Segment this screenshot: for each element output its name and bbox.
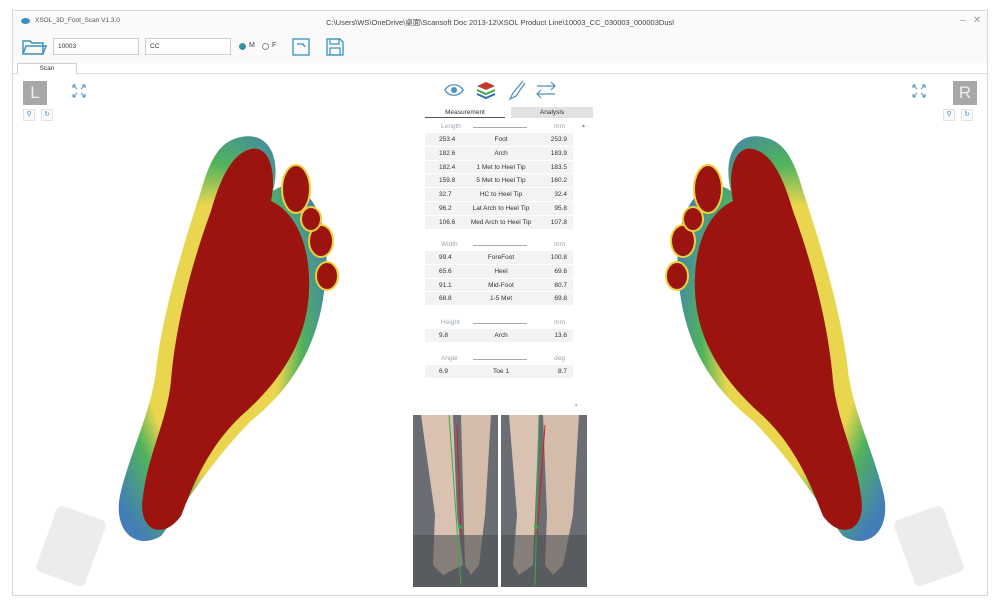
section-title: Length (441, 123, 461, 130)
view-button[interactable] (443, 79, 465, 101)
section-unit: mm (554, 123, 565, 130)
expand-right-button[interactable] (911, 83, 927, 99)
expand-left-button[interactable] (71, 83, 87, 99)
left-foot-pressure-map[interactable] (101, 131, 351, 551)
left-insole-thumbnail[interactable] (34, 504, 108, 588)
folder-icon (22, 40, 48, 55)
tab-scan[interactable]: Scan (17, 63, 77, 74)
gender-m-label: M (249, 42, 255, 49)
angle-section: Angle deg 6.9 Toe 1 8.7 (425, 353, 573, 379)
save-button[interactable] (325, 37, 345, 57)
section-unit: mm (554, 241, 565, 248)
section-unit: deg (554, 355, 565, 362)
section-header: Width mm (425, 239, 573, 251)
height-section: Height mm 9.8 Arch 13.6 (425, 317, 573, 343)
filter-icon: ⚲ (946, 111, 952, 118)
section-title: Width (441, 241, 458, 248)
save-icon (326, 38, 344, 56)
gender-f-radio[interactable] (262, 43, 269, 50)
panel-tabs: Measurement Analysis (425, 107, 593, 119)
app-window: XSOL_3D_Foot_Scan V1.3.0 C:\Users\WS\One… (12, 10, 988, 596)
length-section: Length mm 253.4 Foot 253.9 182.6 Arch 183.9 … (425, 121, 573, 230)
open-folder-button[interactable] (21, 37, 48, 57)
gender-f-label: F (272, 42, 277, 49)
minimize-button[interactable]: – (957, 15, 969, 26)
right-foot-badge: R (953, 81, 977, 105)
close-button[interactable]: ✕ (971, 15, 983, 26)
table-row: 9.8 Arch 13.6 (425, 329, 573, 343)
section-unit: mm (554, 319, 565, 326)
swap-icon (536, 81, 556, 99)
expand-icon (72, 84, 86, 98)
filter-right-button[interactable]: ⚲ (943, 109, 955, 121)
refresh-left-button[interactable]: ↻ (41, 109, 53, 121)
table-row: 159.8 5 Met to Heel Tip 160.2 (425, 174, 573, 189)
export-icon (292, 38, 310, 56)
layers-button[interactable] (475, 79, 497, 101)
section-title: Angle (441, 355, 458, 362)
export-button[interactable] (291, 37, 311, 57)
section-header: Angle deg (425, 353, 573, 365)
table-row: 106.6 Med Arch to Heel Tip 107.8 (425, 215, 573, 230)
refresh-right-button[interactable]: ↻ (961, 109, 973, 121)
tab-strip: Scan (13, 63, 987, 74)
section-header: Length mm (425, 121, 573, 133)
expand-icon (912, 84, 926, 98)
table-row: 6.9 Toe 1 8.7 (425, 365, 573, 379)
patient-id-input[interactable] (53, 38, 139, 55)
refresh-icon: ↻ (44, 111, 50, 118)
file-path-title: C:\Users\WS\OneDrive\桌面\Scansoft Doc 201… (326, 18, 674, 27)
table-row: 65.6 Heel 69.6 (425, 264, 573, 279)
filter-icon: ⚲ (26, 111, 32, 118)
table-row: 182.4 1 Met to Heel Tip 183.5 (425, 160, 573, 175)
gender-m-radio[interactable] (239, 43, 246, 50)
table-row: 91.1 Mid-Foot 80.7 (425, 278, 573, 293)
table-row: 99.4 ForeFoot 100.8 (425, 251, 573, 265)
width-section: Width mm 99.4 ForeFoot 100.8 65.6 Heel 69.6 … (425, 239, 573, 307)
toolbar: M F (13, 33, 987, 63)
right-foot-pressure-map[interactable] (653, 131, 903, 551)
eye-icon (444, 84, 464, 96)
cursor-marker: ▪ (575, 403, 578, 409)
brush-button[interactable] (505, 79, 527, 101)
swap-feet-button[interactable] (535, 79, 557, 101)
left-foot-badge: L (23, 81, 47, 105)
filter-left-button[interactable]: ⚲ (23, 109, 35, 121)
brush-icon (508, 80, 526, 101)
section-title: Height (441, 319, 460, 326)
table-row: 182.6 Arch 183.9 (425, 146, 573, 161)
rear-view-photos[interactable] (413, 415, 587, 587)
table-row: 68.8 1-5 Met 69.8 (425, 292, 573, 307)
title-bar: XSOL_3D_Foot_Scan V1.3.0 C:\Users\WS\One… (13, 11, 987, 33)
layers-icon (476, 82, 496, 100)
section-header: Height mm (425, 317, 573, 329)
scroll-up-icon[interactable]: ▲ (581, 123, 586, 129)
refresh-icon: ↻ (964, 111, 970, 118)
table-row: 253.4 Foot 253.9 (425, 133, 573, 147)
table-row: 96.2 Lat Arch to Heel Tip 95.8 (425, 201, 573, 216)
tab-measurement[interactable]: Measurement (425, 107, 505, 118)
tab-analysis[interactable]: Analysis (511, 107, 593, 118)
right-insole-thumbnail[interactable] (892, 504, 966, 588)
patient-name-input[interactable] (145, 38, 231, 55)
table-row: 32.7 HC to Heel Tip 32.4 (425, 188, 573, 202)
